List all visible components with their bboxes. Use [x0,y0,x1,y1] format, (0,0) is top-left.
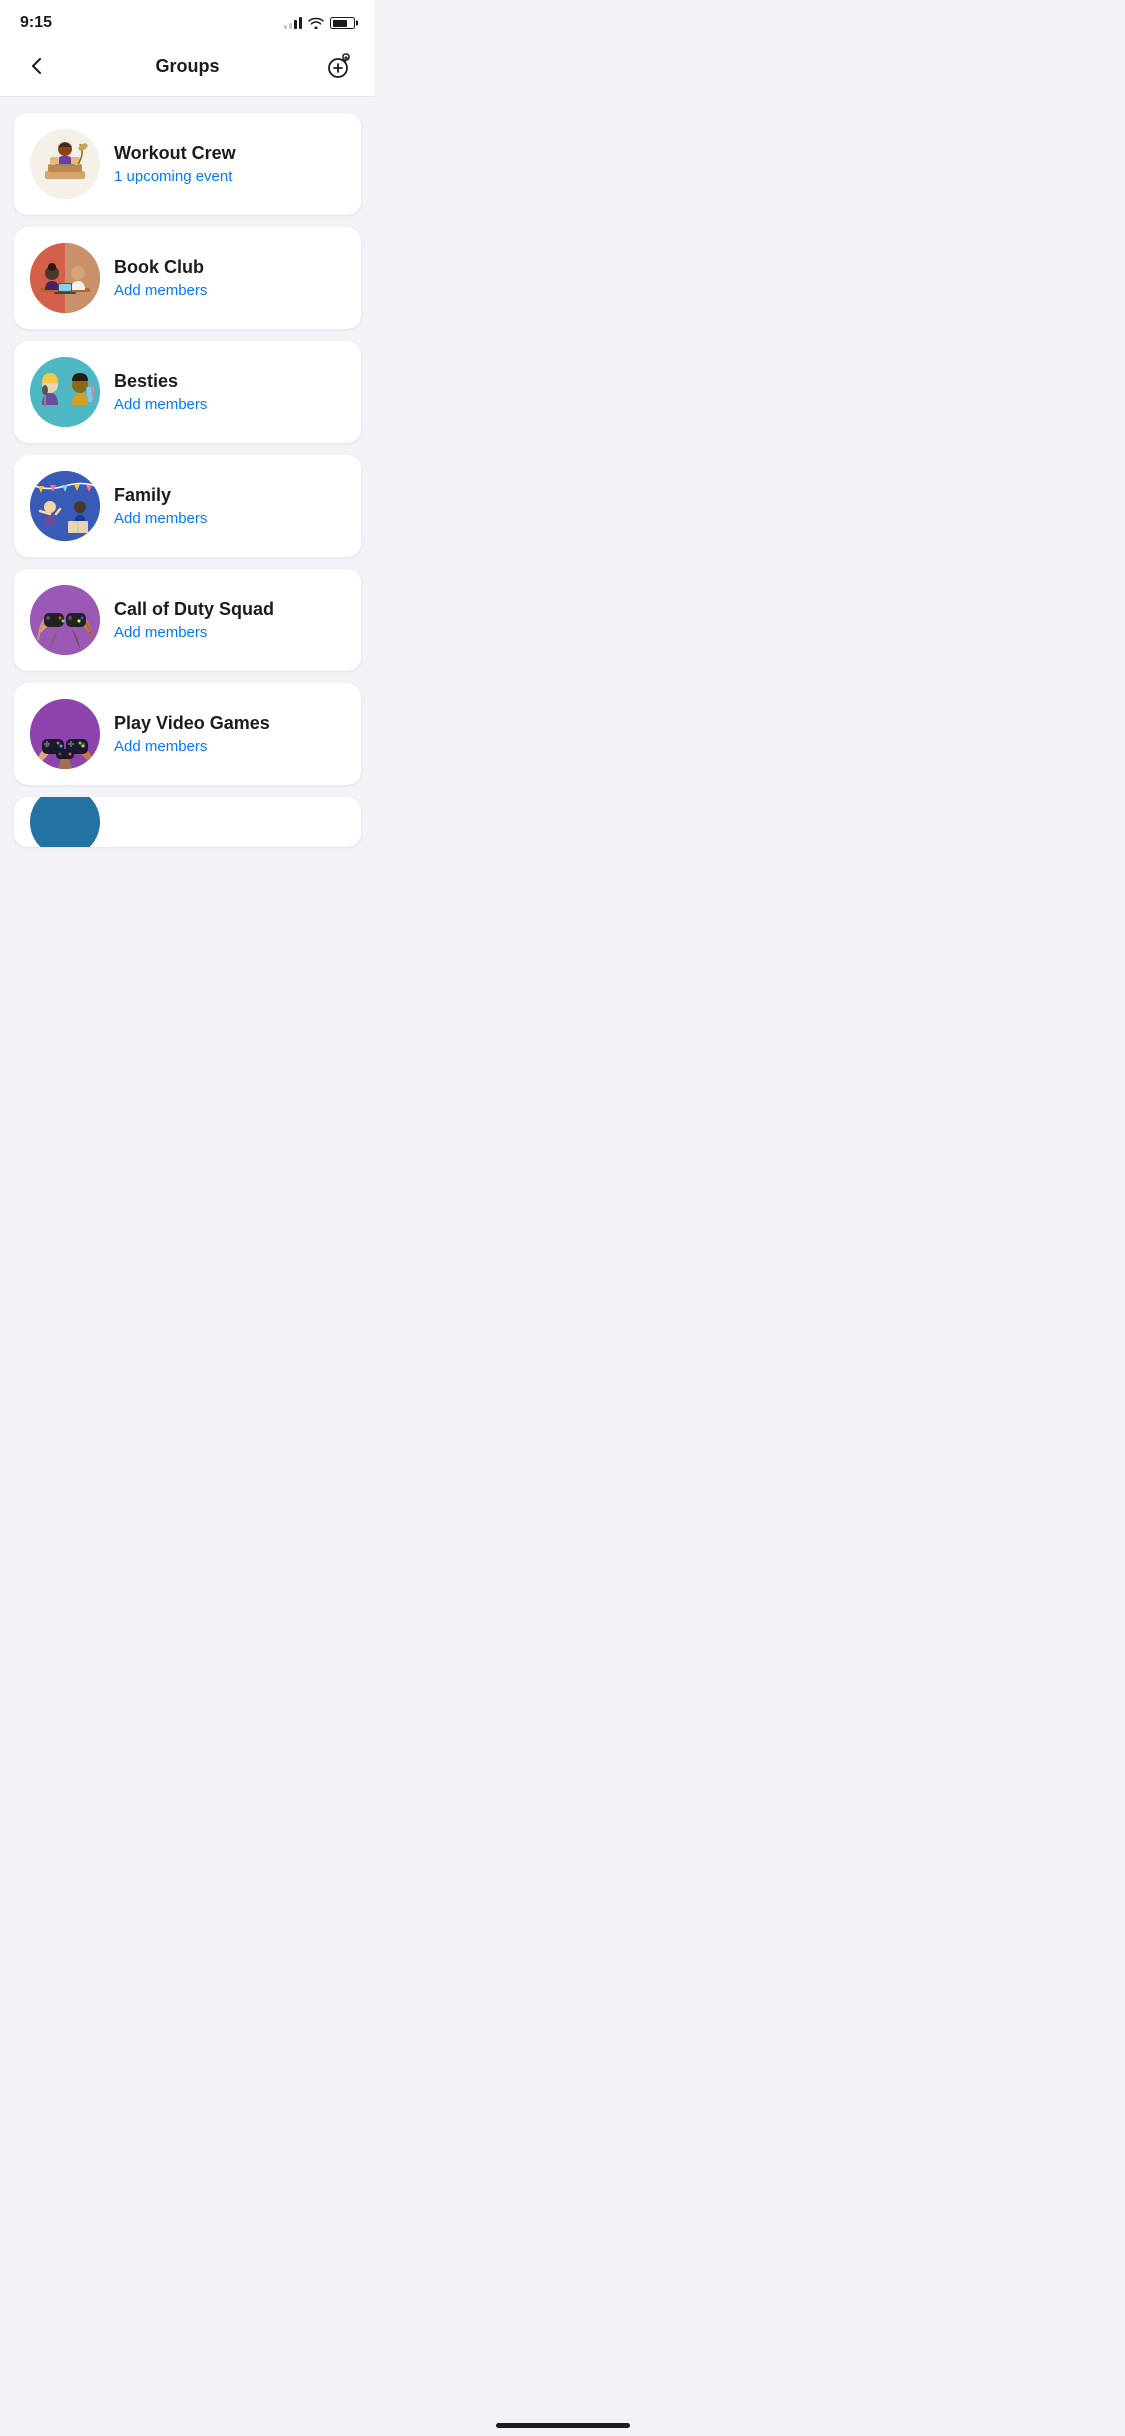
back-arrow-icon [31,58,41,74]
groups-list: Workout Crew 1 upcoming event [0,97,375,863]
group-name-family: Family [114,485,345,506]
group-card-partial[interactable] [14,797,361,847]
group-sub-pvg[interactable]: Add members [114,738,345,755]
signal-icon [284,17,302,29]
status-bar: 9:15 [0,0,375,38]
group-name-pvg: Play Video Games [114,713,345,734]
group-info-pvg: Play Video Games Add members [114,713,345,755]
page-title: Groups [155,56,219,77]
group-info-book-club: Book Club Add members [114,257,345,299]
status-icons [284,17,355,29]
group-sub-besties[interactable]: Add members [114,396,345,413]
group-card-pvg[interactable]: Play Video Games Add members [14,683,361,785]
group-info-cod: Call of Duty Squad Add members [114,599,345,641]
group-sub-workout-crew[interactable]: 1 upcoming event [114,168,345,185]
group-sub-book-club[interactable]: Add members [114,282,345,299]
group-card-book-club[interactable]: Book Club Add members [14,227,361,329]
group-avatar-partial [30,797,100,847]
group-avatar-workout-crew [30,129,100,199]
wifi-icon [308,17,324,29]
group-avatar-besties [30,357,100,427]
battery-icon [330,17,355,29]
group-avatar-pvg [30,699,100,769]
page-header: Groups [0,38,375,96]
group-info-workout-crew: Workout Crew 1 upcoming event [114,143,345,185]
new-group-icon [325,52,353,80]
group-card-cod[interactable]: Call of Duty Squad Add members [14,569,361,671]
group-card-family[interactable]: Family Add members [14,455,361,557]
group-avatar-family [30,471,100,541]
group-card-workout-crew[interactable]: Workout Crew 1 upcoming event [14,113,361,215]
group-info-besties: Besties Add members [114,371,345,413]
home-indicator [496,2423,630,2428]
group-name-besties: Besties [114,371,345,392]
group-sub-cod[interactable]: Add members [114,624,345,641]
status-time: 9:15 [20,14,52,32]
group-name-book-club: Book Club [114,257,345,278]
group-name-workout-crew: Workout Crew [114,143,345,164]
group-name-cod: Call of Duty Squad [114,599,345,620]
group-avatar-book-club [30,243,100,313]
group-sub-family[interactable]: Add members [114,510,345,527]
back-button[interactable] [20,50,52,82]
group-card-besties[interactable]: Besties Add members [14,341,361,443]
group-avatar-cod [30,585,100,655]
new-group-button[interactable] [323,50,355,82]
group-info-family: Family Add members [114,485,345,527]
